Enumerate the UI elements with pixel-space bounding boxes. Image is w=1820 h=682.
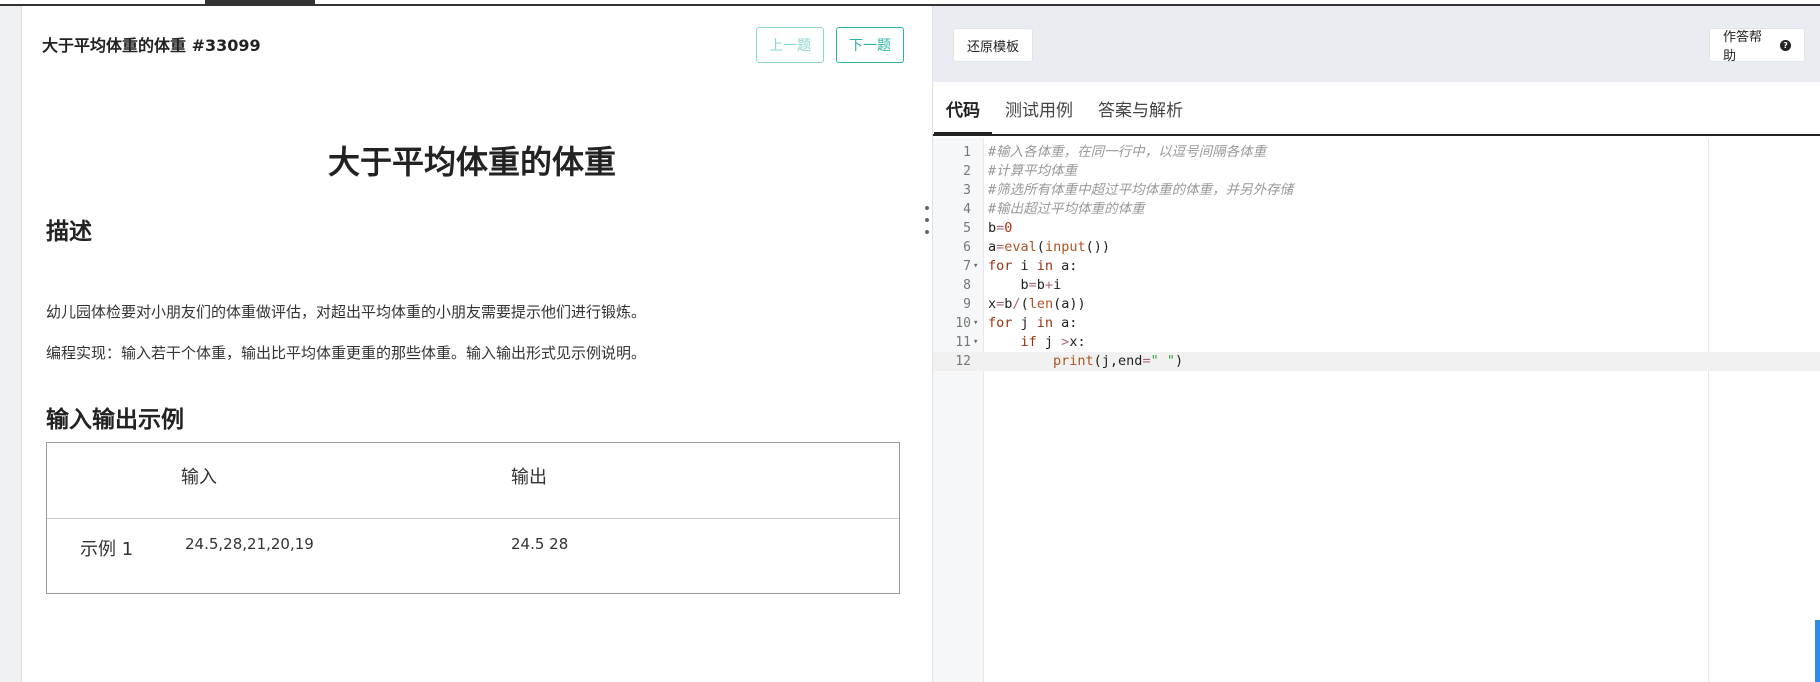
line-number: 3 [963, 183, 971, 198]
code-line[interactable]: 5 b=0 [933, 219, 1820, 238]
code-text: for i in a: [988, 258, 1078, 274]
restore-template-label: 还原模板 [967, 39, 1020, 55]
io-header-input: 输入 [181, 467, 217, 488]
code-text: if j >x: [1020, 334, 1086, 350]
description-paragraph-2: 编程实现：输入若干个体重，输出比平均体重更重的那些体重。输入输出形式见示例说明。 [46, 344, 647, 362]
line-number: 2 [963, 164, 971, 179]
code-text: #筛选所有体重中超过平均体重的体重，并另外存储 [988, 182, 1294, 198]
fold-arrow-icon[interactable]: ▾ [973, 257, 978, 276]
code-text: for j in a: [988, 315, 1078, 331]
io-table-header-row: 输入 输出 [47, 443, 899, 519]
io-row-output: 24.5 28 [511, 535, 569, 553]
splitter-drag-handle-icon[interactable] [924, 206, 930, 242]
problem-heading: 大于平均体重的体重 [327, 143, 616, 181]
editor-pane: 还原模板 作答帮助 ? 代码 测试用例 答案与解析 1 #输入各体重，在同一行中，… [933, 6, 1820, 682]
prev-problem-button[interactable]: 上一题 [756, 27, 824, 63]
io-header-output: 输出 [511, 467, 547, 488]
code-line[interactable]: 11 ▾ if j >x: [933, 333, 1820, 352]
description-heading: 描述 [46, 219, 92, 245]
code-line[interactable]: 12 print(j,end=" ") [933, 352, 1820, 371]
fold-arrow-icon[interactable]: ▾ [973, 333, 978, 352]
answer-help-button[interactable]: 作答帮助 ? [1709, 28, 1805, 64]
line-number: 4 [963, 202, 971, 217]
io-row-label: 示例 1 [80, 539, 134, 560]
code-line[interactable]: 8 b=b+i [933, 276, 1820, 295]
line-number: 5 [963, 221, 971, 236]
code-line[interactable]: 1 #输入各体重，在同一行中，以逗号间隔各体重 [933, 143, 1820, 162]
tab-code[interactable]: 代码 [934, 82, 992, 136]
line-number: 9 [963, 297, 971, 312]
line-number: 10 [955, 316, 971, 331]
problem-pane: 大于平均体重的体重 #33099 上一题 下一题 大于平均体重的体重 描述 幼儿… [22, 6, 932, 682]
line-number: 11 [955, 335, 971, 350]
io-example-heading: 输入输出示例 [46, 407, 184, 433]
line-number: 12 [955, 354, 971, 369]
code-text: print(j,end=" ") [1053, 353, 1184, 369]
question-circle-icon: ? [1780, 39, 1791, 51]
restore-template-button[interactable]: 还原模板 [953, 28, 1033, 62]
code-text: a=eval(input()) [988, 239, 1110, 255]
left-edge-strip [0, 6, 22, 682]
code-line[interactable]: 6 a=eval(input()) [933, 238, 1820, 257]
right-edge-accent [1815, 620, 1820, 682]
tab-answer-analysis[interactable]: 答案与解析 [1098, 82, 1183, 134]
fold-arrow-icon[interactable]: ▾ [973, 314, 978, 333]
next-problem-button[interactable]: 下一题 [836, 27, 904, 63]
editor-tab-bar: 代码 测试用例 答案与解析 [933, 82, 1820, 136]
code-text: #输入各体重，在同一行中，以逗号间隔各体重 [988, 144, 1267, 160]
code-line[interactable]: 4 #输出超过平均体重的体重 [933, 200, 1820, 219]
top-tab-indicator [205, 0, 315, 4]
problem-title: 大于平均体重的体重 #33099 [42, 36, 261, 55]
line-number: 1 [963, 145, 971, 160]
code-editor[interactable]: 1 #输入各体重，在同一行中，以逗号间隔各体重 2 #计算平均体重 3 #筛选所有体重中超… [933, 138, 1820, 682]
code-text: #输出超过平均体重的体重 [988, 201, 1145, 217]
code-text: x=b/(len(a)) [988, 296, 1086, 312]
code-line[interactable]: 7 ▾ for i in a: [933, 257, 1820, 276]
io-row-input: 24.5,28,21,20,19 [185, 535, 314, 553]
description-paragraph-1: 幼儿园体检要对小朋友们的体重做评估，对超出平均体重的小朋友需要提示他们进行锻炼。 [46, 303, 647, 321]
line-number: 8 [963, 278, 971, 293]
code-text: b=b+i [988, 277, 1062, 293]
line-number: 7 [963, 259, 971, 274]
answer-help-label: 作答帮助 [1723, 30, 1763, 64]
code-line[interactable]: 3 #筛选所有体重中超过平均体重的体重，并另外存储 [933, 181, 1820, 200]
io-example-table: 输入 输出 示例 1 24.5,28,21,20,19 24.5 28 [46, 442, 900, 594]
code-text: #计算平均体重 [988, 163, 1078, 179]
code-line[interactable]: 2 #计算平均体重 [933, 162, 1820, 181]
editor-toolbar: 还原模板 作答帮助 ? [933, 6, 1820, 82]
code-text: b=0 [988, 220, 1013, 236]
code-line[interactable]: 10 ▾ for j in a: [933, 314, 1820, 333]
line-number: 6 [963, 240, 971, 255]
tab-test-cases[interactable]: 测试用例 [1005, 82, 1073, 134]
code-line[interactable]: 9 x=b/(len(a)) [933, 295, 1820, 314]
